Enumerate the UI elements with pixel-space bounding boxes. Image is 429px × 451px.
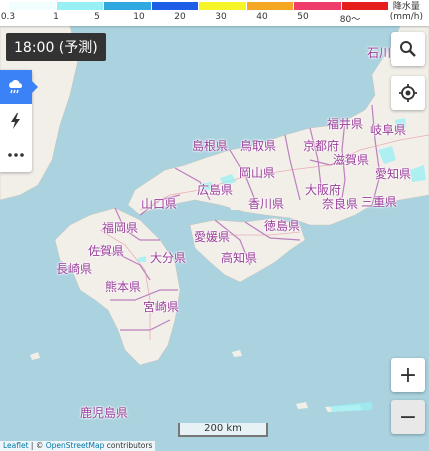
prefecture-label: 愛媛県	[194, 230, 231, 244]
prefecture-label: 岡山県	[239, 166, 276, 180]
legend-tick: 40	[256, 12, 268, 22]
zoom-out-button[interactable]: −	[391, 400, 425, 434]
legend-tick: 30	[215, 12, 227, 22]
legend-unit: 降水量 (mm/h)	[390, 2, 423, 22]
legend-swatch	[103, 2, 151, 10]
legend-unit-value: (mm/h)	[389, 12, 423, 22]
more-button[interactable]	[0, 138, 32, 172]
zoom-in-button[interactable]: +	[391, 358, 425, 392]
legend-swatch	[55, 2, 103, 10]
osm-link[interactable]: OpenStreetMap	[46, 441, 105, 450]
legend-tick: 1	[53, 12, 59, 22]
prefecture-label: 長崎県	[56, 262, 93, 276]
prefecture-label: 佐賀県	[88, 244, 125, 258]
prefecture-label: 鳥取県	[240, 139, 277, 153]
prefecture-label: 奈良県	[322, 197, 359, 211]
more-icon	[8, 153, 24, 157]
prefecture-label: 岐阜県	[370, 123, 407, 137]
legend-swatch	[150, 2, 198, 10]
prefecture-label: 高知県	[221, 251, 258, 265]
legend-swatch	[198, 2, 246, 10]
legend-swatch	[245, 2, 293, 10]
leaflet-link[interactable]: Leaflet	[3, 441, 29, 450]
prefecture-label: 島根県	[192, 139, 229, 153]
legend-color-bar	[8, 2, 388, 10]
attribution-tail: contributors	[104, 441, 153, 450]
legend-swatch	[340, 2, 388, 10]
prefecture-label: 熊本県	[105, 280, 142, 294]
layer-side-panel	[0, 70, 38, 172]
legend-tick: 50	[297, 12, 309, 22]
prefecture-label: 山口県	[141, 197, 178, 211]
legend-tick: 5	[94, 12, 100, 22]
legend-swatch	[293, 2, 341, 10]
prefecture-label: 宮崎県	[143, 300, 180, 314]
prefecture-label: 滋賀県	[333, 153, 370, 167]
prefecture-label: 福井県	[327, 117, 364, 131]
lightning-layer-button[interactable]	[0, 104, 32, 138]
prefecture-label: 愛知県	[375, 167, 412, 181]
legend-swatch	[8, 2, 56, 10]
attribution-separator: | ©	[28, 441, 46, 450]
search-button[interactable]	[391, 32, 425, 66]
prefecture-label: 三重県	[361, 195, 398, 209]
forecast-time-label: 18:00 (予測)	[6, 33, 106, 61]
rain-cloud-icon	[9, 79, 23, 94]
legend-tick: 0.3	[0, 12, 16, 22]
legend-tick: 10	[133, 12, 145, 22]
prefecture-label: 香川県	[248, 197, 285, 211]
scale-bar: 200 km	[178, 423, 268, 437]
legend-tick: 80～	[339, 15, 361, 25]
prefecture-label: 福岡県	[102, 221, 139, 235]
map-canvas[interactable]	[0, 0, 429, 450]
precipitation-legend: 0.3 1 5 10 20 30 40 50 80～ 降水量 (mm/h)	[0, 0, 429, 26]
locate-icon	[399, 84, 417, 102]
search-icon	[400, 41, 416, 57]
prefecture-label: 大分県	[150, 251, 187, 265]
locate-button[interactable]	[391, 76, 425, 110]
lightning-icon	[11, 113, 20, 129]
prefecture-label: 石川	[367, 46, 392, 60]
prefecture-label: 広島県	[197, 183, 234, 197]
prefecture-label: 鹿児島県	[80, 406, 129, 420]
legend-tick: 20	[174, 12, 186, 22]
legend-unit-title: 降水量	[392, 2, 420, 12]
rain-layer-button[interactable]	[0, 70, 38, 104]
prefecture-label: 徳島県	[264, 219, 301, 233]
